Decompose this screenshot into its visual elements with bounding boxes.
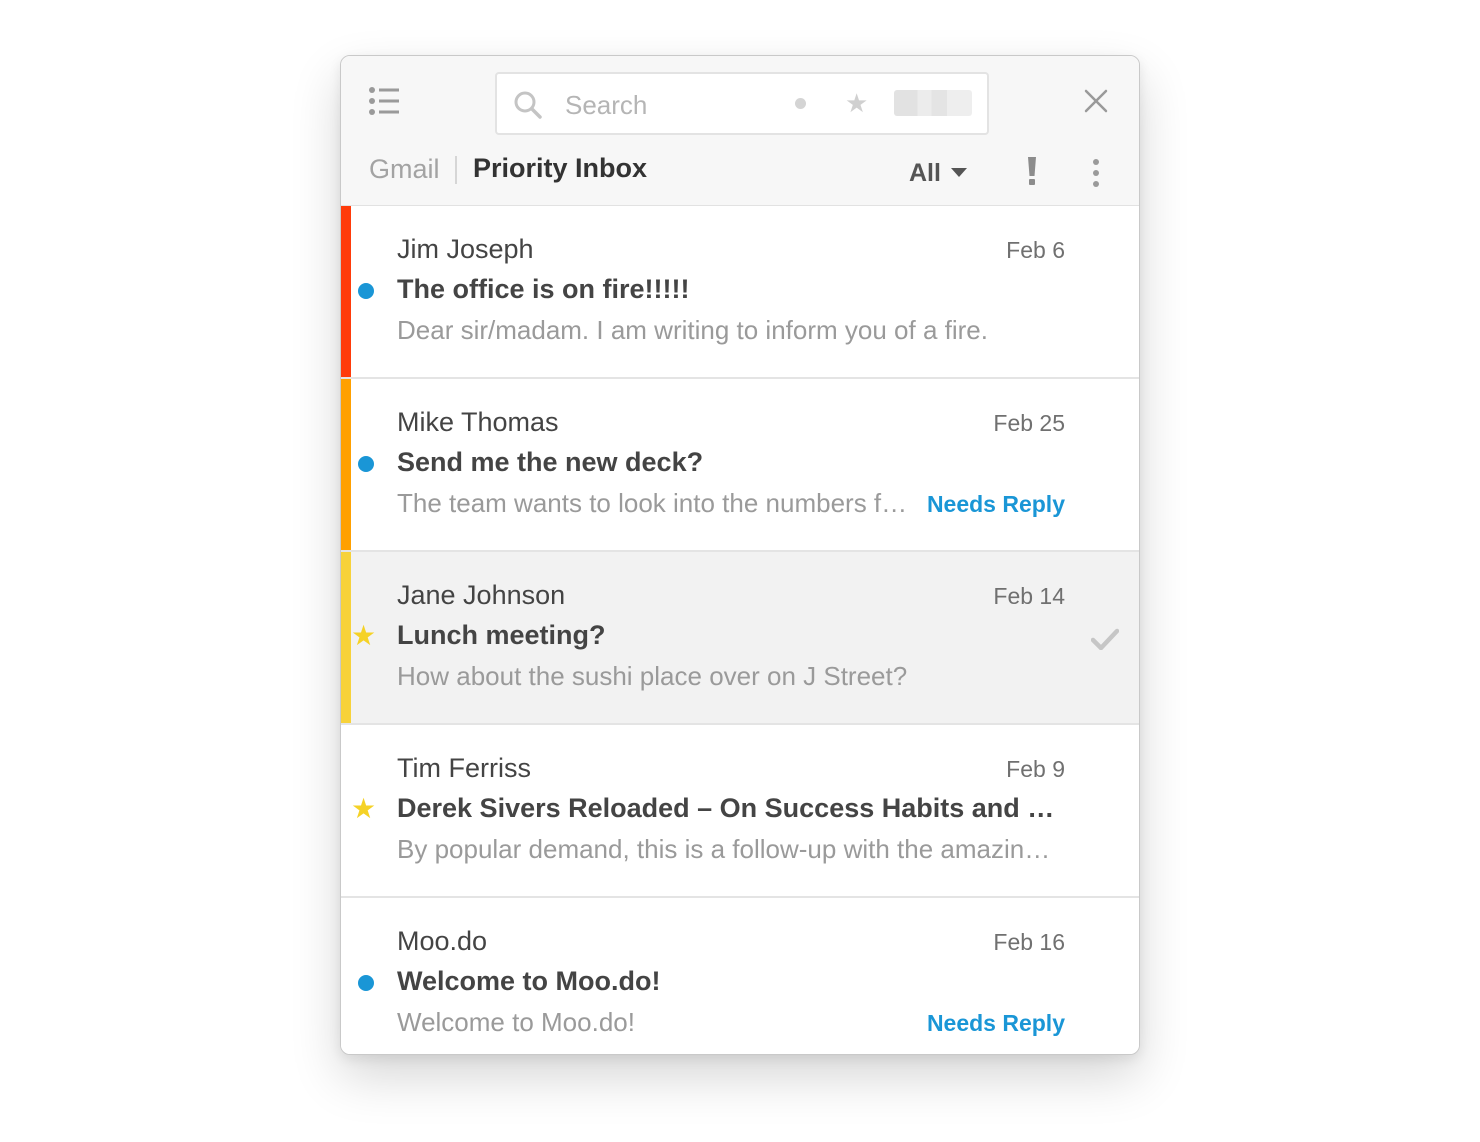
search-box: ★ — [495, 72, 989, 135]
unread-dot-icon — [358, 975, 374, 991]
email-subject: The office is on fire!!!!! — [397, 274, 690, 304]
email-snippet: The team wants to look into the numbers … — [397, 488, 913, 518]
email-sender: Tim Ferriss — [397, 753, 531, 783]
email-snippet: By popular demand, this is a follow-up w… — [397, 834, 1061, 864]
check-icon[interactable] — [1090, 628, 1120, 651]
filter-dropdown-label: All — [909, 159, 941, 187]
toolbar: ★ Gmail Priority Inbox All — [341, 56, 1139, 206]
inbox-window: ★ Gmail Priority Inbox All — [340, 55, 1140, 1055]
filter-dropdown[interactable]: All — [909, 159, 967, 188]
email-row[interactable]: Jim Joseph Feb 6 The office is on fire!!… — [341, 206, 1139, 379]
close-icon[interactable] — [1083, 88, 1109, 114]
email-snippet: How about the sushi place over on J Stre… — [397, 661, 908, 691]
email-date: Feb 25 — [993, 410, 1065, 436]
email-subject: Lunch meeting? — [397, 620, 606, 650]
search-input[interactable] — [563, 84, 767, 126]
search-icon — [513, 90, 543, 120]
email-sender: Jim Joseph — [397, 234, 534, 264]
priority-bar — [341, 379, 351, 550]
email-sender: Mike Thomas — [397, 407, 559, 437]
list-icon[interactable] — [367, 84, 401, 118]
email-date: Feb 14 — [993, 583, 1065, 609]
email-snippet: Welcome to Moo.do! — [397, 1007, 635, 1037]
unread-dot-icon — [358, 283, 374, 299]
starred-filter-star-icon[interactable]: ★ — [845, 88, 868, 118]
more-vertical-icon[interactable] — [1089, 158, 1103, 188]
email-snippet: Dear sir/madam. I am writing to inform y… — [397, 315, 988, 345]
email-row[interactable]: ★ Tim Ferriss Feb 9 Derek Sivers Reloade… — [341, 725, 1139, 898]
needs-reply-tag[interactable]: Needs Reply — [927, 1010, 1065, 1037]
email-row[interactable]: Moo.do Feb 16 Welcome to Moo.do! Welcome… — [341, 898, 1139, 1054]
priority-bar — [341, 206, 351, 377]
unread-dot-icon — [358, 456, 374, 472]
label-filter-chip[interactable] — [894, 90, 972, 116]
email-subject: Derek Sivers Reloaded – On Success Habit… — [397, 793, 1057, 823]
needs-reply-tag[interactable]: Needs Reply — [927, 491, 1065, 518]
email-date: Feb 16 — [993, 929, 1065, 955]
email-list: Jim Joseph Feb 6 The office is on fire!!… — [341, 206, 1139, 1054]
email-subject: Send me the new deck? — [397, 447, 704, 477]
email-row[interactable]: Mike Thomas Feb 25 Send me the new deck?… — [341, 379, 1139, 552]
star-icon[interactable]: ★ — [351, 793, 376, 825]
unread-filter-dot-icon[interactable] — [795, 98, 806, 109]
email-sender: Jane Johnson — [397, 580, 566, 610]
email-subject: Welcome to Moo.do! — [397, 966, 661, 996]
page-title: Priority Inbox — [473, 153, 648, 183]
priority-bar — [341, 552, 351, 723]
email-date: Feb 9 — [1006, 756, 1065, 782]
priority-bar — [341, 725, 351, 896]
exclamation-icon[interactable] — [1025, 156, 1039, 186]
star-icon[interactable]: ★ — [351, 620, 376, 652]
email-row-selected[interactable]: ★ Jane Johnson Feb 14 Lunch meeting? How… — [341, 552, 1139, 725]
breadcrumb-account[interactable]: Gmail — [369, 154, 440, 185]
email-sender: Moo.do — [397, 926, 488, 956]
priority-bar — [341, 898, 351, 1054]
chevron-down-icon — [950, 167, 967, 177]
breadcrumb-separator — [455, 156, 457, 184]
email-date: Feb 6 — [1006, 237, 1065, 263]
